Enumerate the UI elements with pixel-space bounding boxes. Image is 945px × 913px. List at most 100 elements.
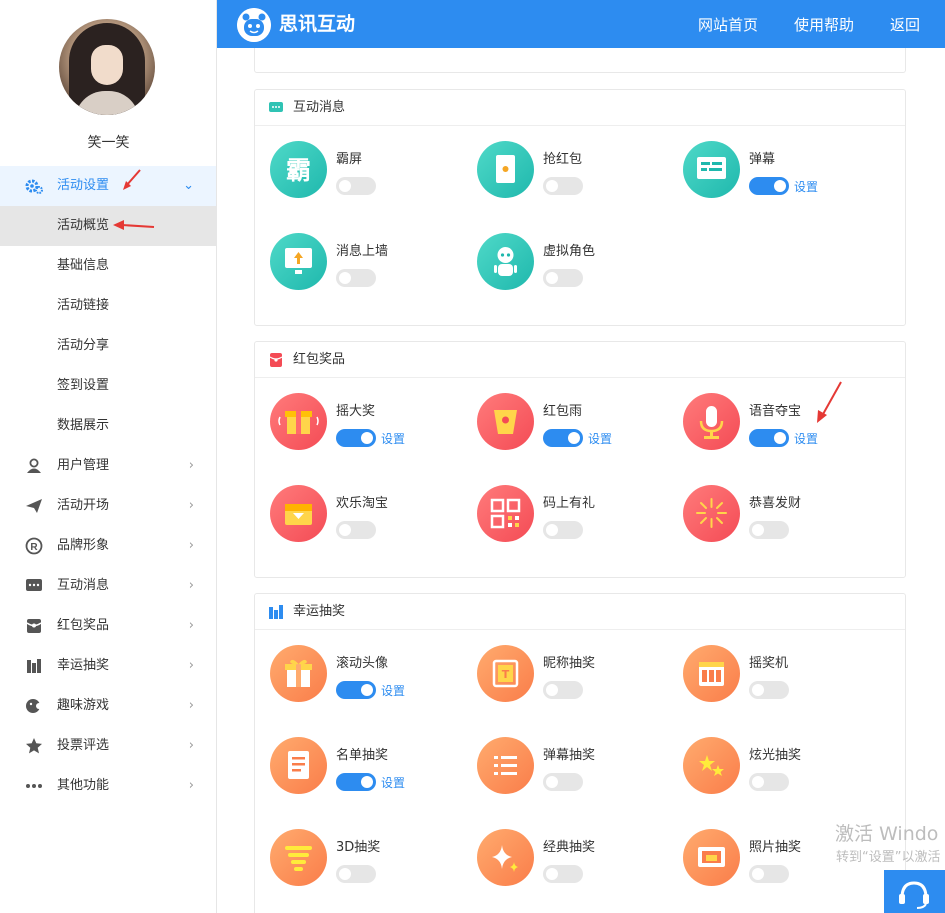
feature-toggle[interactable] [336,681,376,699]
sidebar-item-activity-link[interactable]: 活动链接 [0,286,216,326]
feature-name: 欢乐淘宝 [336,496,389,511]
feature-toggle[interactable] [336,773,376,791]
feature-toggle[interactable] [749,521,789,539]
site-logo-text[interactable]: 思讯互动 [279,0,355,48]
chevron-down-icon: ⌄ [183,178,194,193]
svg-text:霸: 霸 [286,156,311,185]
feature-toggle[interactable] [543,681,583,699]
svg-text:T: T [502,668,510,681]
settings-link[interactable]: 设置 [794,178,818,195]
feature-name: 消息上墙 [336,244,389,259]
feature-toggle[interactable] [749,773,789,791]
sidebar-item-interactive-message[interactable]: 互动消息 › [0,566,216,606]
sidebar-item-activity-settings[interactable]: 活动设置 ⌄ [0,166,216,206]
sidebar-item-activity-opening[interactable]: 活动开场 › [0,486,216,526]
section-title: 红包奖品 [293,352,346,367]
feature-danmu: 弹幕 设置 [668,141,868,203]
firework-icon [683,485,740,542]
red-packet-rain-icon [477,393,534,450]
list-sheet-icon [270,737,327,794]
settings-link[interactable]: 设置 [381,774,405,791]
feature-bapin: 霸 霸屏 [255,141,455,203]
feature-toggle[interactable] [543,269,583,287]
sidebar-item-label: 活动设置 [57,178,110,193]
danmaku-list-icon [477,737,534,794]
sidebar-item-overview[interactable]: 活动概览 [0,206,216,246]
feature-nickname-draw: T 昵称抽奖 [462,645,662,707]
chevron-right-icon: › [188,538,194,553]
feature-toggle[interactable] [749,865,789,883]
windows-activation-watermark: 激活 Windo [835,823,939,845]
sidebar-item-basic-info[interactable]: 基础信息 [0,246,216,286]
settings-link[interactable]: 设置 [794,430,818,447]
feature-toggle[interactable] [336,865,376,883]
settings-link[interactable]: 设置 [588,430,612,447]
paper-plane-icon [26,499,42,513]
lottery-icon [27,659,41,673]
feature-toggle[interactable] [749,177,789,195]
settings-link[interactable]: 设置 [381,682,405,699]
feature-toggle[interactable] [543,865,583,883]
feature-toggle[interactable] [543,177,583,195]
feature-name: 滚动头像 [336,656,389,671]
feature-name: 弹幕 [749,152,776,167]
section-header: 红包奖品 [255,342,905,378]
feature-gongxi-facai: 恭喜发财 [668,485,868,547]
more-icon [26,784,42,788]
message-wall-icon [270,233,327,290]
sidebar-item-brand-image[interactable]: R 品牌形象 › [0,526,216,566]
customer-service-button[interactable] [884,870,945,913]
section-red-packet-prizes: 红包奖品 摇大奖 设置 红包雨 设置 语音夺宝 设置 欢乐淘宝 码上有礼 恭喜发… [254,341,906,578]
red-packet-icon [269,353,283,367]
feature-toggle[interactable] [336,521,376,539]
sidebar-item-user-manage[interactable]: 用户管理 › [0,446,216,486]
chevron-right-icon: › [188,498,194,513]
feature-toggle[interactable] [543,773,583,791]
danmaku-icon [683,141,740,198]
sidebar-item-other-features[interactable]: 其他功能 › [0,766,216,806]
nav-help-link[interactable]: 使用帮助 [794,0,854,50]
feature-toggle[interactable] [336,429,376,447]
feature-toggle[interactable] [749,681,789,699]
feature-name: 炫光抽奖 [749,748,802,763]
sidebar-item-red-packet[interactable]: 红包奖品 › [0,606,216,646]
feature-3d-draw: 3D抽奖 [255,829,455,891]
feature-toggle[interactable] [336,269,376,287]
red-envelope-icon [477,141,534,198]
settings-link[interactable]: 设置 [381,430,405,447]
chevron-right-icon: › [188,698,194,713]
main-content: 互动消息 霸 霸屏 抢红包 弹幕 设置 消息上墙 虚拟角色 红包奖品 摇大奖 设… [217,48,945,913]
gift-shake-icon [270,393,327,450]
nav-home-link[interactable]: 网站首页 [698,0,758,50]
sidebar-item-fun-games[interactable]: 趣味游戏 › [0,686,216,726]
feature-name: 经典抽奖 [543,840,596,855]
section-interactive-message: 互动消息 霸 霸屏 抢红包 弹幕 设置 消息上墙 虚拟角色 [254,89,906,326]
feature-toggle[interactable] [543,429,583,447]
feature-voice-treasure: 语音夺宝 设置 [668,393,868,455]
feature-name: 抢红包 [543,152,583,167]
chevron-right-icon: › [188,458,194,473]
feature-name: 照片抽奖 [749,840,802,855]
previous-card-bottom [254,48,906,73]
nav-back-link[interactable]: 返回 [890,0,920,50]
feature-toggle[interactable] [336,177,376,195]
sidebar-item-checkin-settings[interactable]: 签到设置 [0,366,216,406]
feature-name: 码上有礼 [543,496,596,511]
username: 笑一笑 [87,135,130,151]
feature-danmaku-draw: 弹幕抽奖 [462,737,662,799]
svg-text:R: R [30,542,38,553]
feature-toggle[interactable] [543,521,583,539]
sidebar-item-activity-share[interactable]: 活动分享 [0,326,216,366]
feature-name: 3D抽奖 [336,840,381,855]
feature-toggle[interactable] [749,429,789,447]
sparkle-stars-icon [683,737,740,794]
sidebar-item-lucky-draw[interactable]: 幸运抽奖 › [0,646,216,686]
section-title: 幸运抽奖 [293,604,346,619]
sidebar-item-voting[interactable]: 投票评选 › [0,726,216,766]
feature-sparkle-draw: 炫光抽奖 [668,737,868,799]
sidebar-item-data-display[interactable]: 数据展示 [0,406,216,446]
feature-rolling-avatar: 滚动头像 设置 [255,645,455,707]
avatar[interactable] [59,19,155,115]
sidebar: 笑一笑 活动设置 ⌄ 活动概览 基础信息 活动链接 活动分享 签到设置 数据展示… [0,0,217,913]
registered-icon: R [25,537,43,555]
